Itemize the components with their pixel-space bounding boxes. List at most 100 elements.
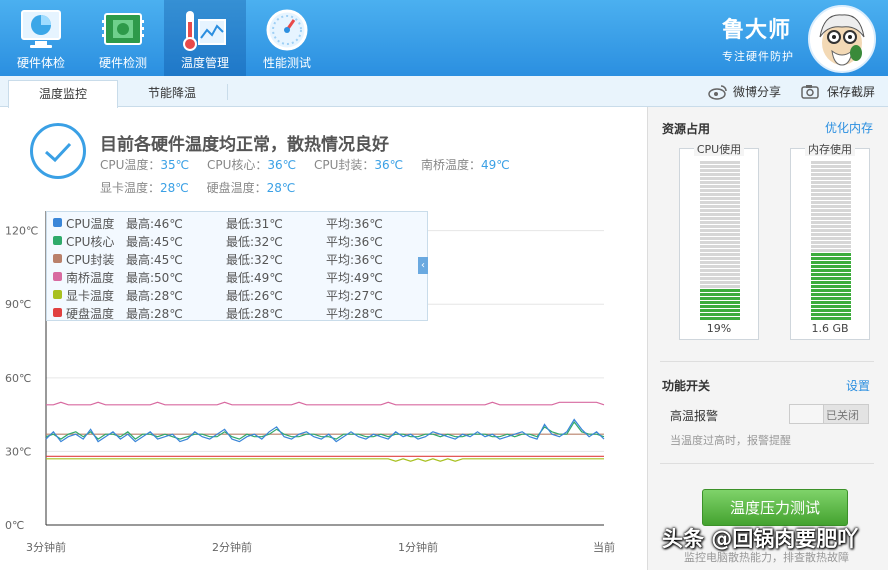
mascot-icon xyxy=(810,7,874,71)
nav-tab-temperature[interactable]: 温度管理 xyxy=(164,0,246,76)
speedometer-icon xyxy=(266,9,308,51)
gauge-segment-empty xyxy=(700,253,740,256)
x-tick-label: 1分钟前 xyxy=(398,540,438,554)
gauge-segment-empty xyxy=(811,201,851,204)
legend-avg: 平均:49℃ xyxy=(326,271,383,285)
legend-row: CPU核心 最高:45℃ 最低:32℃ 平均:36℃ xyxy=(53,232,423,250)
legend-min: 最低:49℃ xyxy=(226,271,283,285)
high-temp-alarm-toggle[interactable]: 已关闭 xyxy=(789,404,869,424)
gauge-segment-empty xyxy=(700,189,740,192)
gauge-segment-empty xyxy=(811,225,851,228)
memory-usage-gauge: 内存使用 1.6 GB xyxy=(790,143,870,340)
temperature-readings-row-2: 显卡温度：28℃ 硬盘温度：28℃ xyxy=(100,179,309,196)
gauge-segment-empty xyxy=(700,265,740,268)
gauge-segment-empty xyxy=(700,277,740,280)
nav-tab-hardware-detect[interactable]: 硬件检测 xyxy=(82,0,164,76)
gauge-segment-empty xyxy=(700,165,740,168)
legend-max: 最高:50℃ xyxy=(126,271,183,285)
gauge-segment-filled xyxy=(811,309,851,312)
gauge-segment-filled xyxy=(700,301,740,304)
y-tick-label: 120℃ xyxy=(5,225,38,238)
legend-swatch xyxy=(53,308,62,317)
gauge-segment-empty xyxy=(811,173,851,176)
gauge-segment-empty xyxy=(700,237,740,240)
legend-collapse-button[interactable]: ‹ xyxy=(418,257,428,274)
features-title: 功能开关 xyxy=(662,379,711,393)
stress-test-button[interactable]: 温度压力测试 xyxy=(702,489,848,526)
monitor-check-icon xyxy=(21,10,61,48)
gauge-segment-empty xyxy=(811,249,851,252)
sub-tab-bar: 温度监控 节能降温 微博分享 保存截屏 xyxy=(0,76,888,108)
gauge-segment-empty xyxy=(811,185,851,188)
gauge-segment-empty xyxy=(700,229,740,232)
gauge-segment-empty xyxy=(811,217,851,220)
reading-gpu: 显卡温度：28℃ xyxy=(100,181,189,195)
memory-usage-bar xyxy=(811,161,851,320)
legend-avg: 平均:28℃ xyxy=(326,307,383,321)
x-tick-label: 2分钟前 xyxy=(212,540,252,554)
gauge-segment-empty xyxy=(700,249,740,252)
tab-temperature-monitor[interactable]: 温度监控 xyxy=(8,80,118,108)
panel-divider xyxy=(660,463,874,464)
gauge-segment-filled xyxy=(811,265,851,268)
gauge-segment-filled xyxy=(700,313,740,316)
x-tick-label: 3分钟前 xyxy=(26,540,66,554)
watermark: 头条 @回锅肉要肥吖 xyxy=(662,527,859,551)
gauge-segment-filled xyxy=(811,293,851,296)
legend-series-name: CPU温度 xyxy=(66,217,115,231)
reading-cpu-core: CPU核心：36℃ xyxy=(206,158,297,172)
alarm-description: 当温度过高时，报警提醒 xyxy=(670,434,791,447)
gauge-segment-empty xyxy=(811,233,851,236)
settings-link[interactable]: 设置 xyxy=(846,377,870,394)
gauge-segment-empty xyxy=(811,221,851,224)
gauge-segment-empty xyxy=(700,173,740,176)
gauge-segment-empty xyxy=(700,181,740,184)
gauge-segment-empty xyxy=(700,213,740,216)
toggle-state-label: 已关闭 xyxy=(826,409,859,422)
gauge-segment-empty xyxy=(700,209,740,212)
save-screenshot-link[interactable]: 保存截屏 xyxy=(827,83,875,100)
gauge-segment-filled xyxy=(811,289,851,292)
gauge-segment-filled xyxy=(811,317,851,320)
gauge-segment-empty xyxy=(700,261,740,264)
legend-row: 硬盘温度 最高:28℃ 最低:28℃ 平均:28℃ xyxy=(53,304,423,322)
gauge-segment-empty xyxy=(811,205,851,208)
legend-series-name: 显卡温度 xyxy=(66,289,115,303)
weibo-share-link[interactable]: 微博分享 xyxy=(733,83,781,100)
legend-min: 最低:31℃ xyxy=(226,217,283,231)
legend-swatch xyxy=(53,218,62,227)
legend-row: 南桥温度 最高:50℃ 最低:49℃ 平均:49℃ xyxy=(53,268,423,286)
legend-series-name: 硬盘温度 xyxy=(66,307,115,321)
gauge-segment-empty xyxy=(811,237,851,240)
gauge-segment-empty xyxy=(700,197,740,200)
cpu-usage-label: CPU使用 xyxy=(693,143,745,156)
optimize-memory-link[interactable]: 优化内存 xyxy=(825,119,873,136)
tab-energy-saving[interactable]: 节能降温 xyxy=(117,80,227,107)
avatar[interactable] xyxy=(808,5,876,73)
gauge-segment-empty xyxy=(811,197,851,200)
legend-max: 最高:45℃ xyxy=(126,235,183,249)
gauge-segment-empty xyxy=(700,185,740,188)
legend-max: 最高:45℃ xyxy=(126,253,183,267)
gauge-segment-filled xyxy=(811,281,851,284)
gauge-segment-empty xyxy=(700,169,740,172)
circuit-board-icon xyxy=(102,13,144,45)
gauge-segment-filled xyxy=(700,309,740,312)
series-line xyxy=(46,458,604,462)
y-tick-label: 30℃ xyxy=(5,445,31,458)
legend-max: 最高:28℃ xyxy=(126,307,183,321)
gauge-segment-filled xyxy=(811,305,851,308)
series-line xyxy=(46,401,605,406)
tab-divider xyxy=(227,84,228,100)
cpu-usage-gauge: CPU使用 19% xyxy=(679,143,759,340)
reading-southbridge: 南桥温度：49℃ xyxy=(420,158,510,172)
legend-max: 最高:46℃ xyxy=(126,217,183,231)
nav-tab-hardware-check[interactable]: 硬件体检 xyxy=(0,0,82,76)
gauge-segment-filled xyxy=(811,269,851,272)
gauge-segment-empty xyxy=(700,241,740,244)
y-tick-label: 60℃ xyxy=(5,372,31,385)
nav-tab-performance[interactable]: 性能测试 xyxy=(246,0,328,76)
nav-tab-label: 温度管理 xyxy=(180,56,229,70)
gauge-segment-empty xyxy=(700,233,740,236)
y-tick-label: 90℃ xyxy=(5,298,31,311)
